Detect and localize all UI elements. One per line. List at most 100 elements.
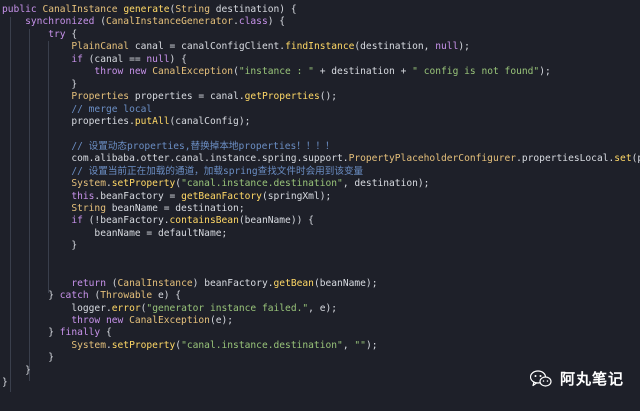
code-token: (e); xyxy=(209,314,234,326)
code-token: PropertyPlaceholderConfigurer xyxy=(348,153,517,165)
code-token: if xyxy=(71,53,89,65)
code-line[interactable]: // 设置动态properties,替换掉本地properties！！！！ xyxy=(2,141,640,153)
code-line[interactable]: PlainCanal canal = canalConfigClient.fin… xyxy=(2,41,640,53)
code-token: getBeanFactory xyxy=(181,190,262,202)
code-token: "canal.instance.destination" xyxy=(181,178,343,190)
code-token: } xyxy=(48,327,60,339)
code-line[interactable]: logger.error("generator instance failed.… xyxy=(2,303,640,315)
code-token: try xyxy=(48,28,72,40)
code-line[interactable]: if (canal == null) { xyxy=(2,54,640,66)
code-token: String xyxy=(175,4,216,15)
code-token: ); xyxy=(458,41,470,53)
code-token: (destination, xyxy=(354,41,436,53)
code-token: // merge local xyxy=(71,103,153,115)
code-token: null xyxy=(146,53,170,65)
code-token: synchronized xyxy=(25,16,101,28)
code-token: beanName xyxy=(111,203,164,214)
code-line[interactable]: com.alibaba.otter.canal.instance.spring.… xyxy=(2,153,640,165)
code-token: } xyxy=(2,377,8,389)
code-line[interactable]: } finally { xyxy=(2,327,640,339)
code-line[interactable]: synchronized (CanalInstanceGenerator.cla… xyxy=(2,16,640,28)
code-token: , xyxy=(342,339,355,351)
code-line[interactable]: throw new CanalException("instance : " +… xyxy=(2,66,640,78)
code-line[interactable]: public CanalInstance generate(String des… xyxy=(2,4,640,16)
code-line[interactable]: return (CanalInstance) beanFactory.getBe… xyxy=(2,278,640,290)
code-token: " config is not found" xyxy=(412,66,540,78)
code-block[interactable]: public CanalInstance generate(String des… xyxy=(2,4,640,390)
code-token: throw new xyxy=(71,314,130,326)
code-token: (); xyxy=(319,91,338,103)
code-token: beanFactory xyxy=(100,190,170,202)
code-line[interactable]: beanName = defaultName; xyxy=(2,228,640,240)
code-line[interactable]: // 设置当前正在加载的通道，加载spring查找文件时会用到该变量 xyxy=(2,166,640,178)
code-token: PlainCanal xyxy=(71,41,135,53)
code-token: generate xyxy=(123,4,170,15)
code-line[interactable]: try { xyxy=(2,29,640,41)
code-token: return xyxy=(71,277,112,289)
code-line[interactable]: System.setProperty("canal.instance.desti… xyxy=(2,340,640,352)
code-token: properties xyxy=(71,115,130,127)
code-token: null xyxy=(435,41,459,53)
code-line[interactable]: String beanName = destination; xyxy=(2,203,640,215)
code-editor[interactable]: public CanalInstance generate(String des… xyxy=(0,0,640,411)
code-token: public xyxy=(2,4,43,15)
code-token: containsBean xyxy=(169,215,239,227)
code-token: canalConfigClient xyxy=(181,41,280,53)
code-token: catch xyxy=(59,290,95,302)
code-line[interactable]: } catch (Throwable e) { xyxy=(2,290,640,302)
code-token: (canalConfig); xyxy=(169,115,251,127)
watermark-text: 阿丸笔记 xyxy=(559,370,624,388)
code-token: ) { xyxy=(267,16,286,28)
code-token: System xyxy=(71,339,106,351)
code-line[interactable] xyxy=(2,128,640,140)
code-line[interactable]: properties.putAll(canalConfig); xyxy=(2,116,640,128)
code-line[interactable]: } xyxy=(2,352,640,364)
code-token: { xyxy=(71,28,78,40)
code-token: } xyxy=(48,290,60,302)
code-line[interactable]: // merge local xyxy=(2,104,640,116)
code-line[interactable]: if (!beanFactory.containsBean(beanName))… xyxy=(2,215,640,227)
code-token: Properties xyxy=(71,91,135,103)
code-line[interactable]: this.beanFactory = getBeanFactory(spring… xyxy=(2,191,640,203)
code-token: ); xyxy=(539,66,551,78)
code-token: setProperty xyxy=(111,178,176,190)
code-line[interactable] xyxy=(2,253,640,265)
code-token: e) { xyxy=(157,290,182,302)
code-line[interactable]: System.setProperty("canal.instance.desti… xyxy=(2,178,640,190)
code-token: findInstance xyxy=(285,41,355,53)
code-token: beanFactory xyxy=(204,277,268,289)
code-line[interactable]: } xyxy=(2,79,640,91)
code-token: propertiesLocal xyxy=(521,153,609,165)
code-token: beanName = defaultName; xyxy=(94,227,228,239)
code-token: getBean xyxy=(273,277,314,289)
code-token: } xyxy=(25,364,31,376)
code-token: CanalException xyxy=(152,66,234,78)
code-line[interactable] xyxy=(2,265,640,277)
code-token: throw new xyxy=(94,66,153,78)
code-token: CanalInstance xyxy=(117,277,193,289)
code-token: (properties); xyxy=(631,153,640,165)
code-token: System xyxy=(71,178,106,190)
code-token: (canal == xyxy=(88,53,147,65)
code-token: } xyxy=(48,352,54,364)
code-token: // 设置动态properties,替换掉本地properties！！！！ xyxy=(71,140,335,152)
code-line[interactable]: } xyxy=(2,240,640,252)
code-token: canal xyxy=(209,91,239,103)
code-token: CanalException xyxy=(129,314,210,326)
code-token: class xyxy=(238,16,268,28)
code-token: putAll xyxy=(134,115,170,127)
code-line[interactable]: Properties properties = canal.getPropert… xyxy=(2,91,640,103)
code-line[interactable]: throw new CanalException(e); xyxy=(2,315,640,327)
